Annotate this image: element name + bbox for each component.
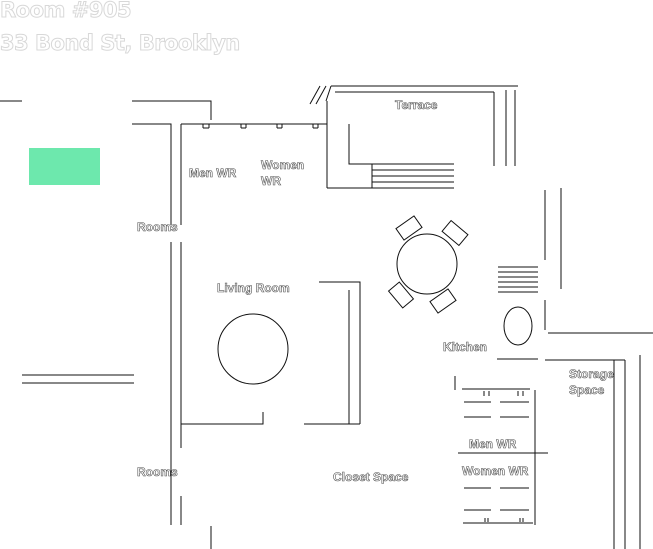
- label-rooms-upper: Rooms: [137, 220, 178, 235]
- floor-plan-drawing: [0, 85, 653, 549]
- label-kitchen: Kitchen: [443, 340, 488, 355]
- label-women-wr-bottom: Women WR: [462, 464, 529, 479]
- label-terrace: Terrace: [395, 98, 438, 113]
- walls: [0, 85, 653, 549]
- label-storage-space: Storage Space: [569, 367, 614, 398]
- label-rooms-lower: Rooms: [137, 465, 178, 480]
- label-men-wr-top: Men WR: [189, 166, 237, 181]
- label-living-room: Living Room: [217, 281, 290, 296]
- label-men-wr-bottom: Men WR: [469, 437, 517, 452]
- label-women-wr-top: Women WR: [261, 158, 305, 189]
- label-closet-space: Closet Space: [333, 470, 409, 485]
